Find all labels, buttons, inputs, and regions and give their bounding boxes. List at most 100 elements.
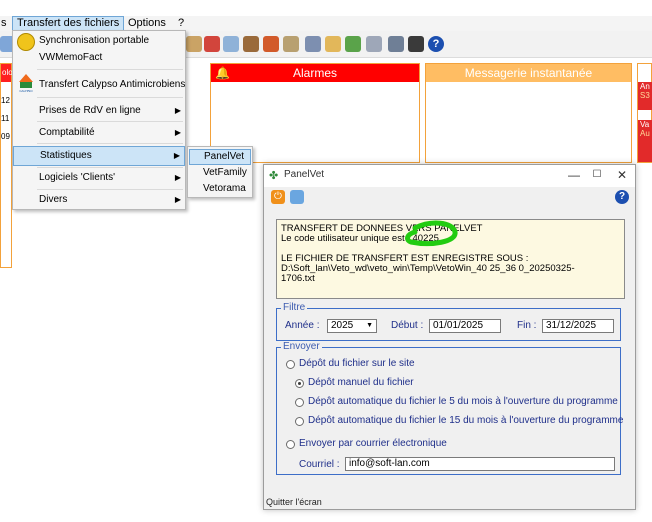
toolbar-icon[interactable] [186,36,202,52]
annee-value: 2025 [331,320,354,331]
menu-item-statistiques[interactable]: Statistiques ▶ [13,146,185,166]
panelvet-window: ✤ PanelVet — ☐ ✕ ⏻ ? TRANSFERT DE DONNEE… [263,164,636,510]
menu-item-logiciels-clients[interactable]: Logiciels 'Clients' ▶ [13,168,185,188]
menu-separator [37,143,183,144]
statistiques-submenu: PanelVet VetFamily Vetorama [187,146,253,198]
radio-depot-auto-5[interactable] [295,398,304,407]
green-marker-scribble [405,220,458,247]
menu-item-label: Logiciels 'Clients' [39,172,116,183]
chevron-right-icon: ▶ [174,128,181,137]
document-icon[interactable] [305,36,321,52]
tools-icon[interactable] [283,36,299,52]
menu-separator [37,69,183,70]
book-icon[interactable] [223,36,239,52]
fin-value: 31/12/2025 [546,320,597,331]
window-toolbar: ⏻ ? [264,187,635,209]
chevron-right-icon: ▶ [173,151,180,160]
bell-icon: 🔔 [215,66,230,80]
panelvet-logo-icon: ✤ [269,170,279,182]
debut-value: 01/01/2025 [433,320,484,331]
chevron-right-icon: ▶ [174,195,181,204]
menu-item-label: Prises de RdV en ligne [39,105,141,116]
close-icon[interactable]: ✕ [612,167,632,183]
right-panel-text: Va [640,120,650,129]
menu-separator [37,121,183,122]
menu-item-options[interactable]: Options [124,16,170,31]
submenu-item-panelvet[interactable]: PanelVet [189,149,251,165]
right-panel: An S3 Va Au [637,63,652,163]
messagerie-header: Messagerie instantanée [426,64,631,82]
menu-item-prises-de-rdv[interactable]: Prises de RdV en ligne ▶ [13,101,185,121]
transfert-dropdown-menu: Synchronisation portable VWMemoFact CALY… [12,30,186,210]
menu-item-vwmemofact[interactable]: VWMemoFact [13,48,185,68]
home-icon[interactable] [263,36,279,52]
radio-courrier[interactable] [286,440,295,449]
annee-select[interactable]: 2025 ▼ [327,319,377,333]
radio-depot-manuel[interactable] [295,379,304,388]
menu-separator [37,97,183,98]
depot-auto-5-label[interactable]: Dépôt automatique du fichier le 5 du moi… [308,396,618,407]
courriel-label: Courriel : [299,459,340,470]
menu-item-fichier-fragment[interactable]: s [0,16,11,31]
animals-icon[interactable] [243,36,259,52]
right-panel-strip: An S3 [638,82,652,110]
info-line: 1706.txt [281,273,315,284]
menu-item-transfert-calypso[interactable]: Transfert Calypso Antimicrobiens [13,75,185,95]
left-panel-text: 09 [1,132,10,141]
menu-item-label: Statistiques [40,150,92,161]
menu-item-divers[interactable]: Divers ▶ [13,190,185,210]
courriel-value: info@soft-lan.com [349,458,430,469]
courriel-field[interactable]: info@soft-lan.com [345,457,615,471]
messagerie-panel: Messagerie instantanée [425,63,632,163]
minimize-icon[interactable]: — [564,167,584,183]
debut-date-field[interactable]: 01/01/2025 [429,319,501,333]
menu-item-help[interactable]: ? [174,16,188,31]
chevron-right-icon: ▶ [174,173,181,182]
left-panel-text: 12 [1,96,10,105]
alarmes-header: 🔔 Alarmes [211,64,419,82]
depot-site-label[interactable]: Dépôt du fichier sur le site [299,358,415,369]
heart-icon[interactable] [204,36,220,52]
courrier-label[interactable]: Envoyer par courrier électronique [299,438,447,449]
folder-icon[interactable] [325,36,341,52]
right-panel-strip: Va Au [638,120,652,162]
dropdown-arrow-icon: ▼ [366,322,373,329]
calculator-icon[interactable] [408,36,424,52]
submenu-item-vetfamily[interactable]: VetFamily [189,165,251,181]
submenu-item-vetorama[interactable]: Vetorama [189,181,251,197]
depot-manuel-label[interactable]: Dépôt manuel du fichier [308,377,414,388]
right-panel-text: S3 [640,91,650,100]
debut-label: Début : [391,320,424,331]
help-icon[interactable]: ? [428,36,444,52]
fin-label: Fin : [517,320,537,331]
chevron-right-icon: ▶ [174,106,181,115]
package-icon[interactable] [345,36,361,52]
filtre-legend: Filtre [281,302,308,313]
window-title: PanelVet [284,169,325,180]
power-icon[interactable]: ⏻ [271,190,285,204]
depot-auto-15-label[interactable]: Dépôt automatique du fichier le 15 du mo… [308,415,623,426]
transfer-icon[interactable] [290,190,304,204]
maximize-icon[interactable]: ☐ [587,167,607,183]
filtre-fieldset: Filtre Année : 2025 ▼ Début : 01/01/2025… [276,302,621,341]
radio-depot-auto-15[interactable] [295,417,304,426]
info-line: D:\Soft_lan\Veto_wd\veto_win\Temp\VetoWi… [281,263,575,274]
window-titlebar[interactable]: ✤ PanelVet — ☐ ✕ [264,165,635,187]
menu-item-label: Divers [39,194,68,205]
help-icon[interactable]: ? [615,190,629,204]
left-panel: olo 12 11 09 [0,63,13,268]
calendar-icon[interactable] [388,36,404,52]
radio-depot-site[interactable] [286,360,295,369]
envoyer-legend: Envoyer [281,341,322,352]
syringe-icon[interactable] [366,36,382,52]
fin-date-field[interactable]: 31/12/2025 [542,319,614,333]
menu-bar: s Transfert des fichiers Options ? [0,16,652,33]
envoyer-fieldset: Envoyer Dépôt du fichier sur le site Dép… [276,341,623,475]
status-bar: Quitter l'écran [266,497,322,507]
menu-item-comptabilite[interactable]: Comptabilité ▶ [13,123,185,143]
right-panel-text: An [640,82,650,91]
left-panel-text: 11 [1,114,10,123]
left-panel-header: olo [1,64,13,82]
annee-label: Année : [285,320,320,331]
menu-item-label: Comptabilité [39,127,95,138]
